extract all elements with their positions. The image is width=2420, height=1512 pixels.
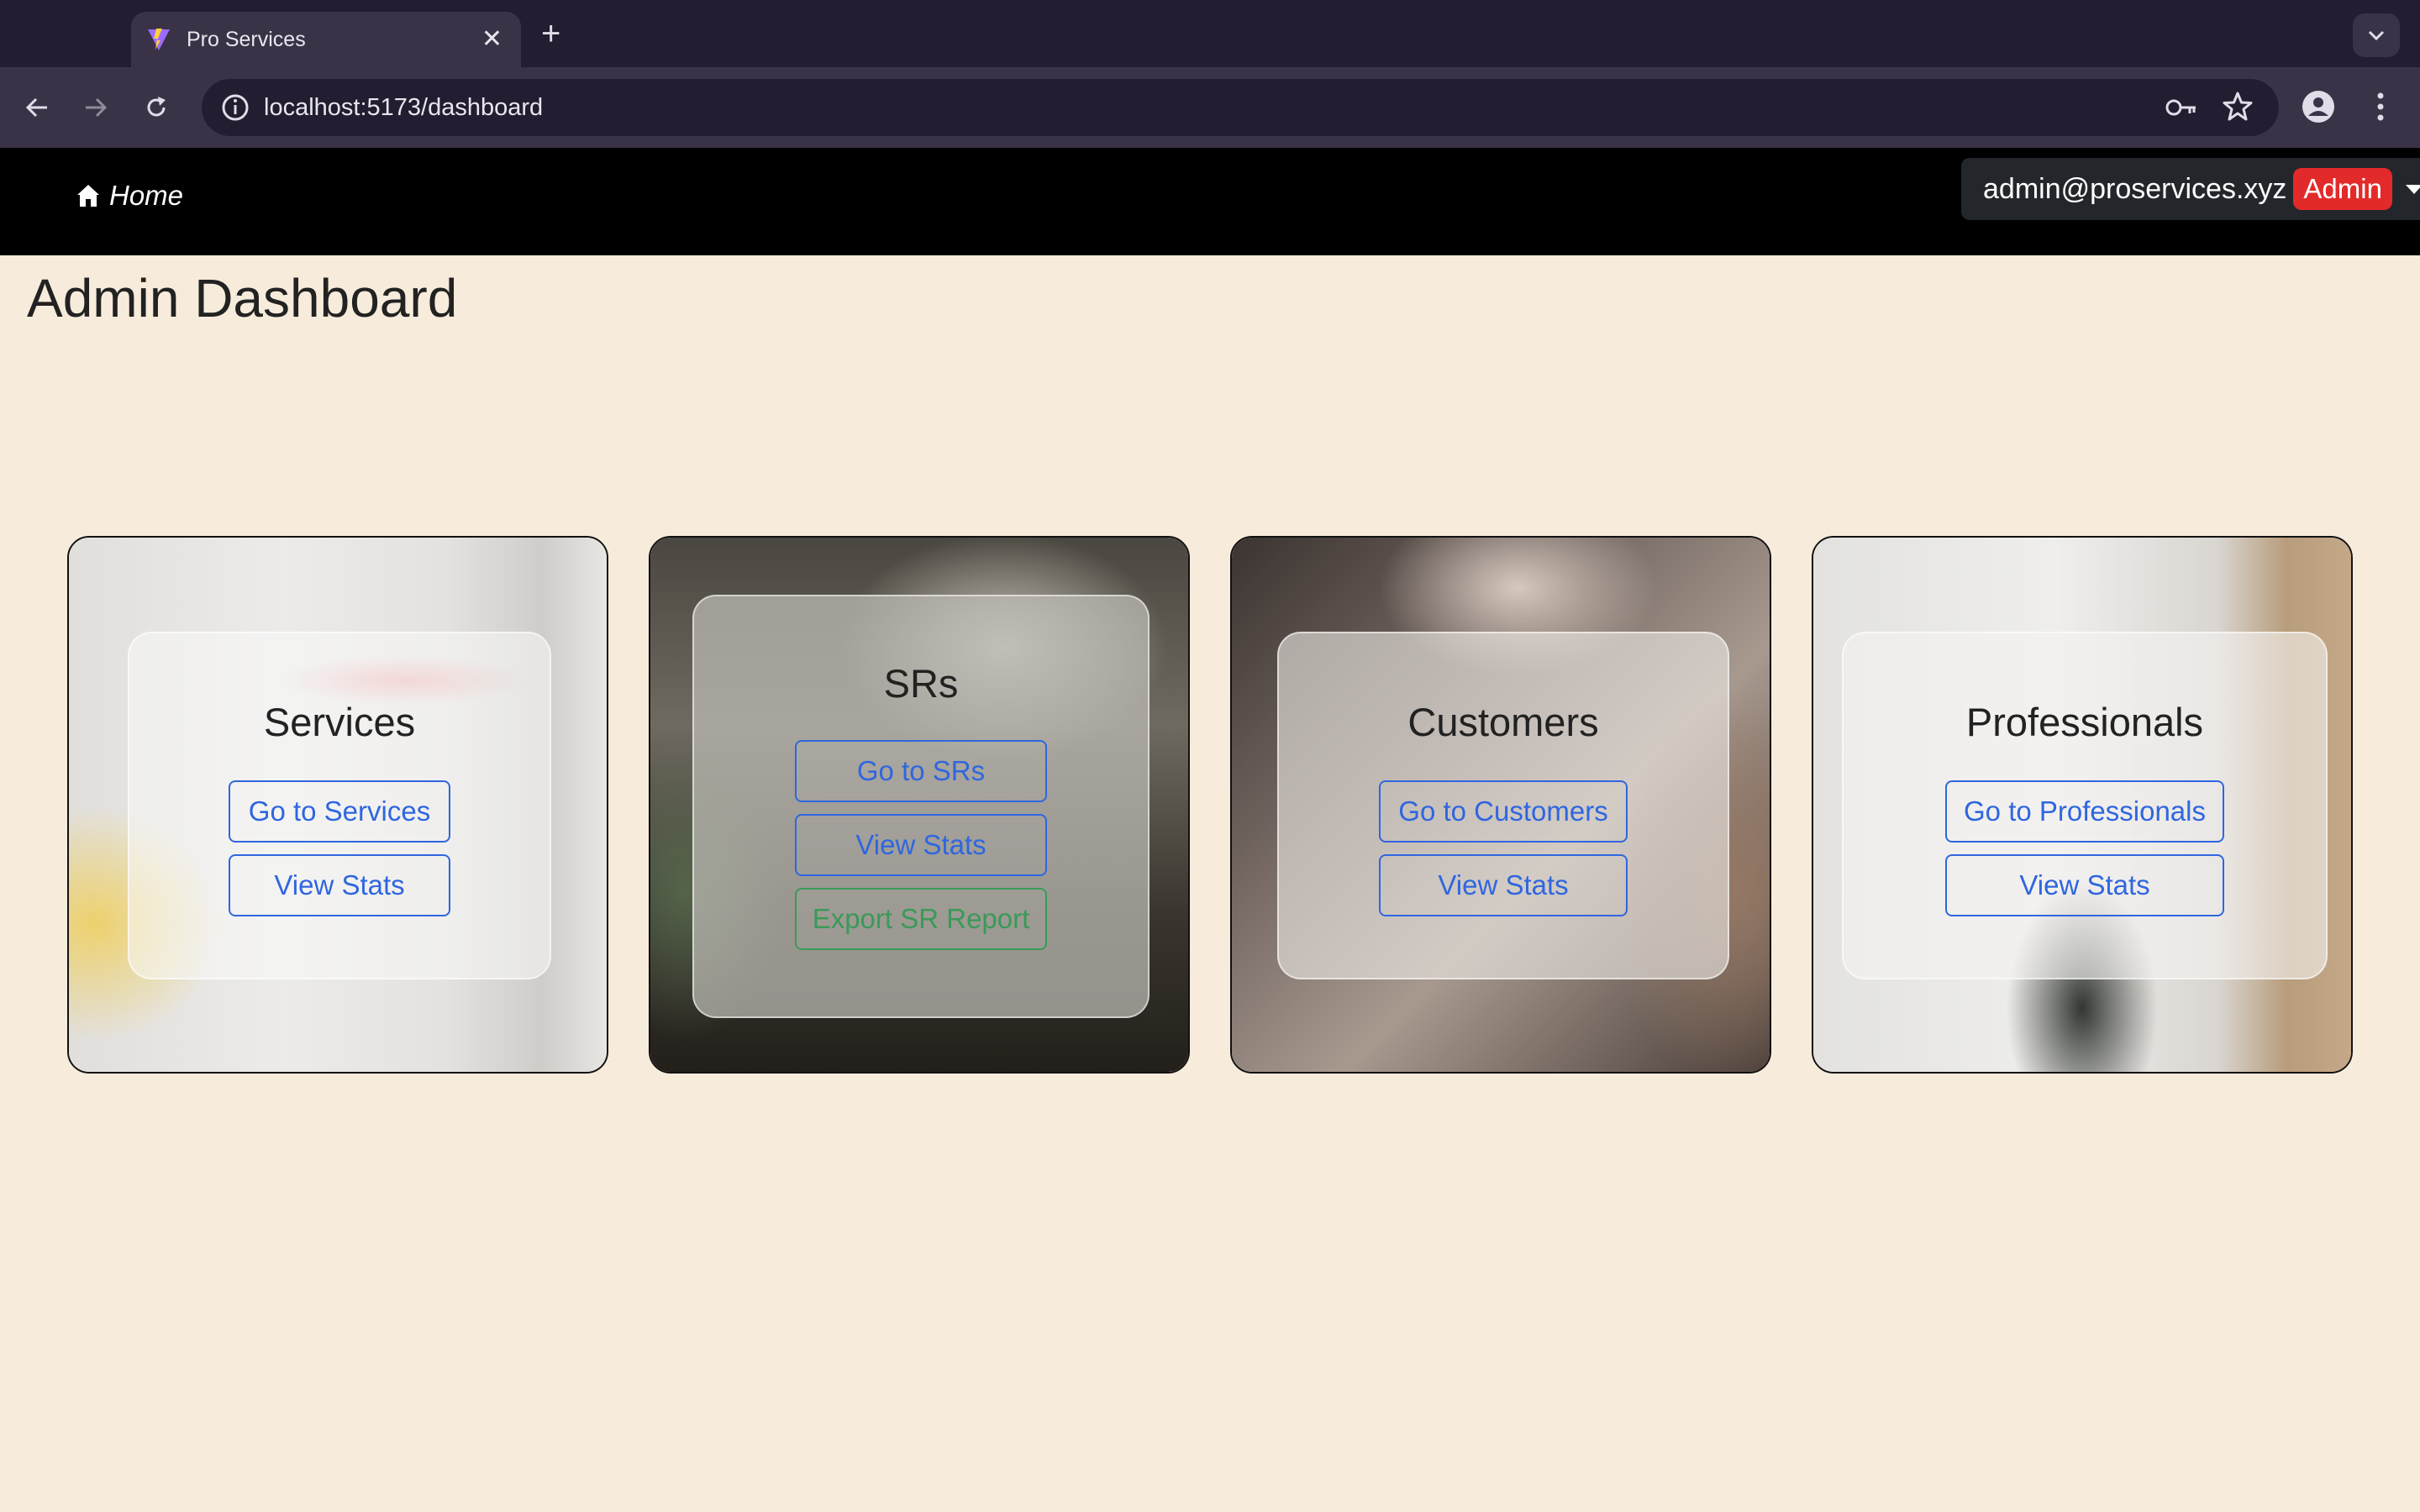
- arrow-left-icon: [25, 97, 47, 118]
- profile-icon[interactable]: [2299, 87, 2338, 126]
- go-to-srs-button[interactable]: Go to SRs: [795, 740, 1047, 802]
- srs-title: SRs: [883, 661, 959, 706]
- tab-title: Pro Services: [187, 27, 306, 51]
- customers-card: Customers Go to Customers View Stats: [1230, 536, 1771, 1074]
- services-view-stats-button[interactable]: View Stats: [229, 854, 450, 916]
- forward-button[interactable]: [76, 87, 116, 128]
- page-title: Admin Dashboard: [27, 268, 458, 328]
- new-tab-icon[interactable]: +: [541, 17, 560, 50]
- customers-title: Customers: [1407, 700, 1599, 744]
- vite-favicon-icon: [148, 29, 170, 50]
- url-text: localhost:5173/dashboard: [264, 94, 544, 121]
- srs-view-stats-button[interactable]: View Stats: [795, 814, 1047, 876]
- professionals-panel: Professionals Go to Professionals View S…: [1842, 632, 2328, 979]
- home-label: Home: [109, 180, 184, 211]
- export-sr-report-button[interactable]: Export SR Report: [795, 888, 1047, 950]
- customers-view-stats-button[interactable]: View Stats: [1379, 854, 1628, 916]
- professionals-view-stats-button[interactable]: View Stats: [1945, 854, 2224, 916]
- browser-tab[interactable]: Pro Services ✕: [131, 12, 521, 67]
- bookmark-star-icon[interactable]: [2222, 91, 2254, 123]
- professionals-title: Professionals: [1965, 700, 2204, 744]
- user-email: admin@proservices.xyz: [1983, 172, 2287, 205]
- services-title: Services: [263, 700, 416, 744]
- house-icon: [77, 185, 99, 207]
- app-navbar: Home admin@proservices.xyz Admin: [0, 148, 2420, 255]
- go-to-services-button[interactable]: Go to Services: [229, 780, 450, 843]
- browser-tab-strip: Pro Services ✕ +: [0, 0, 2420, 67]
- customers-panel: Customers Go to Customers View Stats: [1277, 632, 1729, 979]
- user-menu-dropdown[interactable]: admin@proservices.xyz Admin: [1961, 158, 2420, 220]
- srs-card: SRs Go to SRs View Stats Export SR Repor…: [649, 536, 1190, 1074]
- role-badge: Admin: [2293, 168, 2392, 210]
- tab-search-button[interactable]: [2353, 13, 2400, 57]
- browser-toolbar: localhost:5173/dashboard: [0, 67, 2420, 148]
- chevron-down-icon: [2368, 30, 2385, 41]
- address-bar[interactable]: localhost:5173/dashboard: [202, 79, 2279, 136]
- back-button[interactable]: [17, 87, 57, 128]
- key-icon[interactable]: [2165, 92, 2198, 123]
- tab-close-icon[interactable]: ✕: [481, 27, 502, 52]
- professionals-card: Professionals Go to Professionals View S…: [1812, 536, 2353, 1074]
- caret-down-icon: [2405, 184, 2420, 194]
- home-link[interactable]: Home: [76, 180, 183, 212]
- go-to-professionals-button[interactable]: Go to Professionals: [1945, 780, 2224, 843]
- services-panel: Services Go to Services View Stats: [128, 632, 551, 979]
- services-card: Services Go to Services View Stats: [67, 536, 608, 1074]
- site-info-icon[interactable]: [218, 91, 252, 124]
- reload-icon: [147, 97, 166, 117]
- srs-panel: SRs Go to SRs View Stats Export SR Repor…: [692, 595, 1150, 1018]
- arrow-right-icon: [86, 97, 108, 118]
- reload-button[interactable]: [136, 87, 176, 128]
- go-to-customers-button[interactable]: Go to Customers: [1379, 780, 1628, 843]
- more-menu-icon[interactable]: [2368, 87, 2393, 126]
